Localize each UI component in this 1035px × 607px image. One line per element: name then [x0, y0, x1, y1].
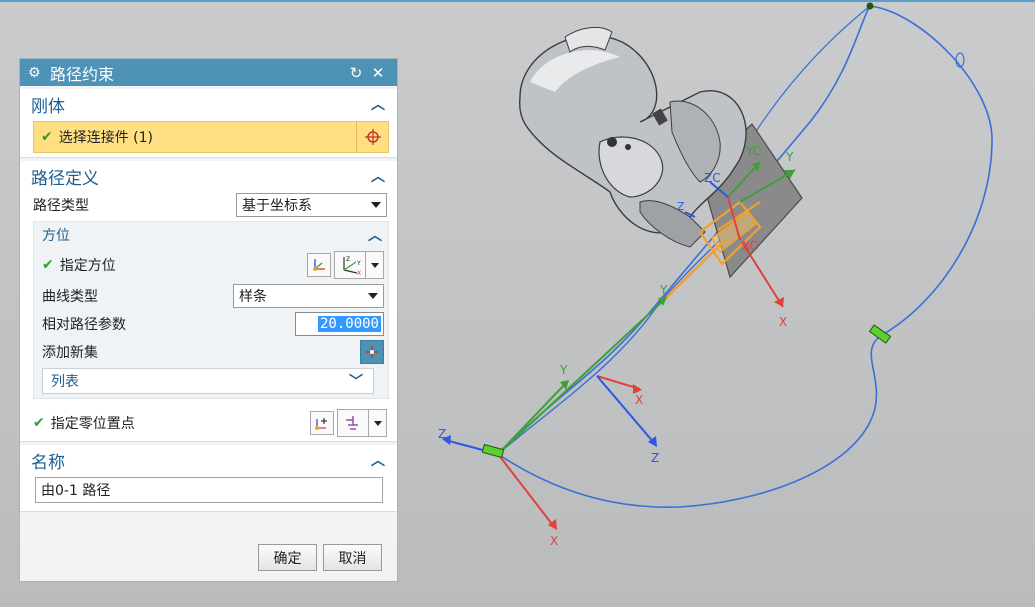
- path-start-marker[interactable]: [481, 443, 505, 459]
- close-icon[interactable]: ✕: [367, 64, 389, 82]
- axis-label-x-top: X: [779, 315, 787, 329]
- zero-point-row: ✔ 指定零位置点: [20, 405, 397, 441]
- dialog-titlebar: ⚙ 路径约束 ↻ ✕: [20, 59, 397, 86]
- name-input[interactable]: 由0-1 路径: [35, 477, 383, 503]
- relative-path-param-row: 相对路径参数 20.0000: [34, 310, 388, 338]
- path-type-value: 基于坐标系: [242, 198, 312, 214]
- axis-label-y-mid: Y: [659, 283, 668, 297]
- select-connector-label: 选择连接件 (1): [58, 130, 154, 146]
- axis-label-yc: YC: [745, 144, 761, 158]
- curve-type-label: 曲线类型: [42, 289, 98, 305]
- axis-label-z-top: Z: [677, 200, 685, 213]
- checkmark-icon: ✔: [41, 129, 53, 145]
- name-header[interactable]: 名称 ︿: [20, 445, 397, 475]
- collapse-caret-icon[interactable]: ︿: [369, 450, 387, 470]
- orientation-header[interactable]: 方位 ︿: [34, 222, 388, 248]
- axis-label-z-start: Z: [438, 427, 446, 441]
- relative-path-param-value: 20.0000: [317, 316, 381, 332]
- path-end-marker[interactable]: [866, 2, 874, 10]
- path-mid-marker[interactable]: [868, 324, 892, 344]
- tangent-y-axis: [497, 298, 666, 455]
- path-definition-section: 路径定义 ︿ 路径类型 基于坐标系 方位 ︿ ✔ 指定方位 ZYX 曲线类型 样…: [20, 161, 397, 442]
- select-connector-row[interactable]: ✔ 选择连接件 (1): [33, 121, 389, 153]
- specify-orientation-label: 指定方位: [59, 258, 116, 274]
- csys-options-dropdown[interactable]: [366, 251, 384, 279]
- name-value: 由0-1 路径: [41, 483, 111, 499]
- checkmark-icon: ✔: [33, 415, 45, 431]
- list-label: 列表: [51, 374, 79, 390]
- dropdown-arrow-icon: [371, 202, 381, 208]
- axis-label-zc: ZC: [704, 171, 721, 185]
- path-type-label: 路径类型: [33, 198, 89, 214]
- path-type-row: 路径类型 基于坐标系: [20, 191, 397, 219]
- csys-dialog-icon[interactable]: [307, 253, 331, 277]
- checkmark-icon: ✔: [42, 257, 54, 273]
- add-new-set-row: 添加新集: [34, 338, 388, 366]
- dialog-footer: 确定 取消: [258, 544, 382, 571]
- curve-type-dropdown[interactable]: 样条: [233, 284, 384, 308]
- dropdown-arrow-icon: [373, 420, 382, 426]
- crosshair-select-icon[interactable]: [356, 122, 388, 152]
- relative-path-param-label: 相对路径参数: [42, 317, 126, 333]
- axis-label-y-top: Y: [785, 150, 794, 164]
- dialog-title: 路径约束: [50, 64, 115, 84]
- axis-label-x-start: X: [550, 534, 558, 548]
- start-point-triad: [442, 380, 569, 530]
- svg-text:Y: Y: [356, 260, 361, 267]
- path-constraint-dialog: ⚙ 路径约束 ↻ ✕ 刚体 ︿ ✔ 选择连接件 (1) 路径定义 ︿ 路径类型: [19, 58, 398, 582]
- gear-icon: ⚙: [28, 64, 41, 81]
- path-type-dropdown[interactable]: 基于坐标系: [236, 193, 387, 217]
- specify-orientation-row: ✔ 指定方位 ZYX: [34, 248, 388, 282]
- collapse-caret-icon[interactable]: ︿: [369, 166, 387, 186]
- csys-orientation-icon[interactable]: ZYX: [334, 251, 366, 279]
- svg-text:Z: Z: [346, 256, 350, 263]
- zero-point-label: 指定零位置点: [50, 416, 135, 432]
- dropdown-arrow-icon: [368, 293, 378, 299]
- orientation-title: 方位: [42, 228, 70, 244]
- path-definition-title: 路径定义: [31, 168, 99, 189]
- axis-label-z-mid: Z: [651, 451, 659, 465]
- svg-text:X: X: [357, 270, 361, 276]
- rigid-body-section: 刚体 ︿ ✔ 选择连接件 (1): [20, 89, 397, 158]
- chevron-down-icon: ﹀: [349, 374, 363, 390]
- add-new-set-label: 添加新集: [42, 345, 98, 361]
- point-dialog-icon[interactable]: [310, 411, 334, 435]
- curve-type-value: 样条: [239, 289, 267, 305]
- curve-type-row: 曲线类型 样条: [34, 282, 388, 310]
- name-title: 名称: [31, 452, 65, 473]
- ok-button[interactable]: 确定: [258, 544, 317, 571]
- cancel-button[interactable]: 取消: [323, 544, 382, 571]
- orientation-group: 方位 ︿ ✔ 指定方位 ZYX 曲线类型 样条 相对路径参数 20.0000 添…: [33, 221, 389, 399]
- name-section: 名称 ︿ 由0-1 路径: [20, 445, 397, 512]
- list-expander[interactable]: 列表 ﹀: [42, 368, 374, 394]
- dropdown-arrow-icon: [370, 262, 379, 268]
- rigid-body-header[interactable]: 刚体 ︿: [20, 89, 397, 119]
- collapse-caret-icon[interactable]: ︿: [369, 94, 387, 114]
- path-definition-header[interactable]: 路径定义 ︿: [20, 161, 397, 191]
- axis-label-x-mid: X: [635, 393, 643, 407]
- axis-label-xc: XC: [742, 239, 758, 253]
- point-type-icon[interactable]: [337, 409, 369, 437]
- collapse-caret-icon[interactable]: ︿: [366, 225, 384, 245]
- point-options-dropdown[interactable]: [369, 409, 387, 437]
- path-point-triad: [596, 375, 657, 447]
- axis-label-y-start: Y: [559, 363, 568, 377]
- rigid-body-title: 刚体: [31, 96, 65, 117]
- add-new-set-icon[interactable]: [360, 340, 384, 364]
- reset-icon[interactable]: ↻: [345, 64, 367, 82]
- relative-path-param-input[interactable]: 20.0000: [295, 312, 384, 336]
